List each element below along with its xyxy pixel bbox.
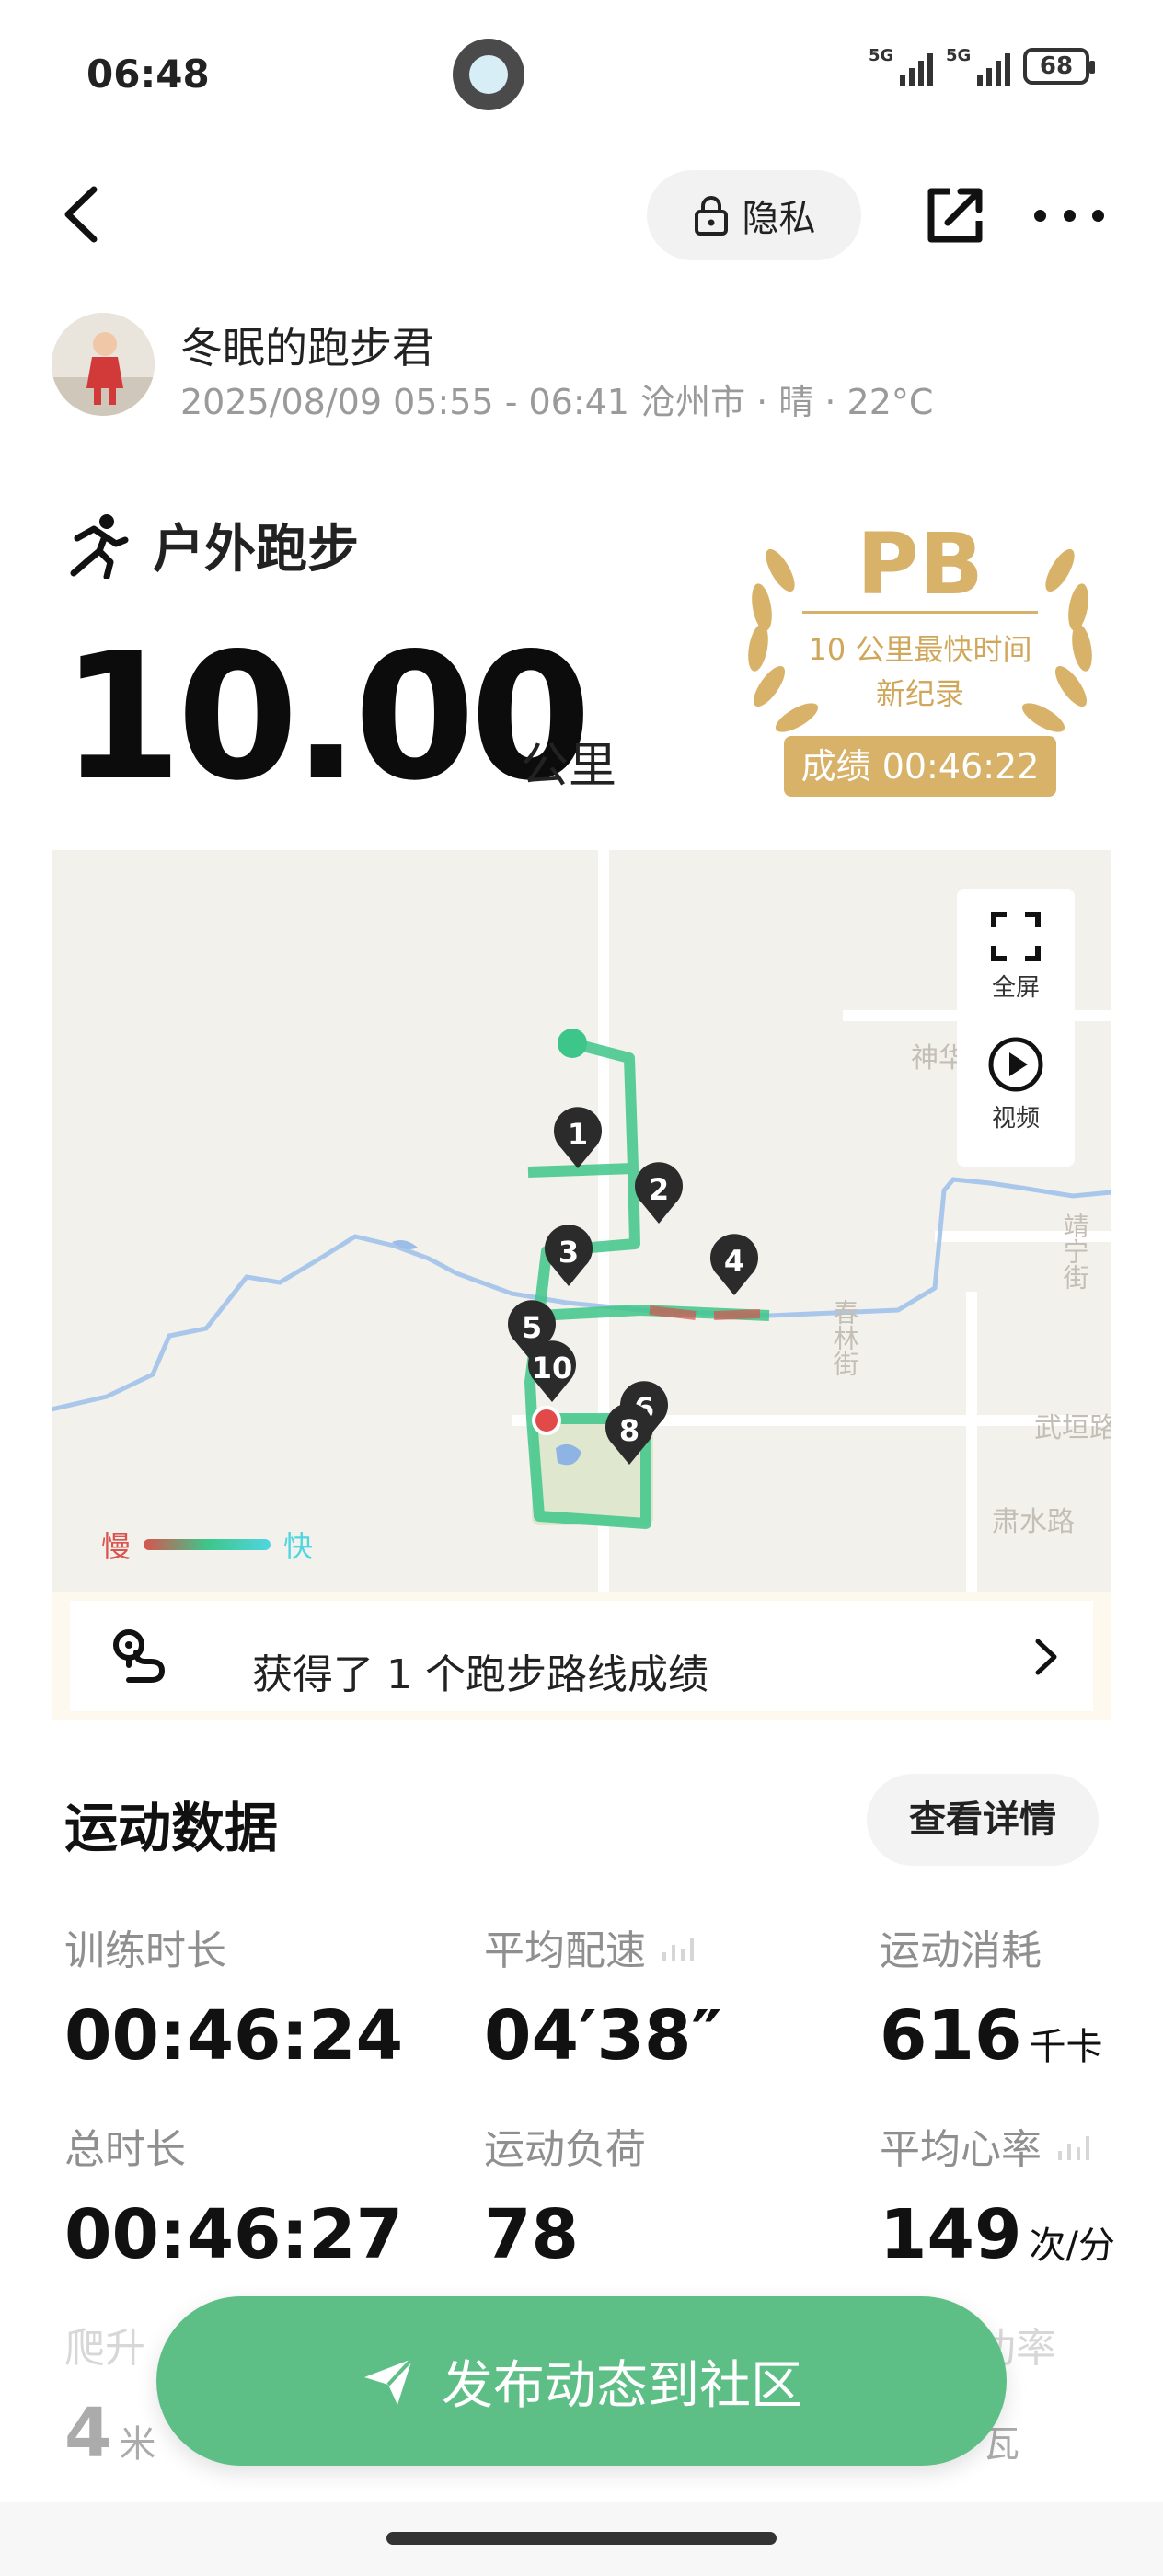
avatar[interactable]	[52, 313, 155, 416]
stat-calories: 运动消耗 616 千卡	[880, 1927, 1103, 2076]
chart-icon	[1058, 2136, 1089, 2160]
workout-meta: 2025/08/09 05:55 - 06:41 沧州市 · 晴 · 22°C	[180, 382, 934, 422]
status-time: 06:48	[86, 52, 210, 97]
route-achievement-text: 获得了 1 个跑步路线成绩	[252, 1651, 708, 1698]
screen-recorder-icon	[453, 39, 524, 110]
status-bar: 06:48 5G 5G 68	[0, 0, 1163, 147]
stat-avg-pace[interactable]: 平均配速 04′38″	[484, 1917, 722, 2076]
end-marker	[532, 1406, 561, 1435]
publish-to-community-button[interactable]: 发布动态到社区	[156, 2296, 1007, 2466]
km-marker-label: 8	[619, 1413, 639, 1448]
km-marker: 1	[554, 1107, 602, 1168]
top-nav: 隐私	[0, 166, 1163, 267]
km-marker: 2	[635, 1162, 683, 1224]
stat-avg-heart-rate[interactable]: 平均心率 149 次/分	[880, 2116, 1115, 2274]
stat-training-duration: 训练时长 00:46:24	[64, 1927, 404, 2076]
signal-icon: 5G	[869, 46, 933, 86]
signal-icon-2: 5G	[946, 46, 1010, 86]
lock-icon	[694, 196, 728, 236]
svg-text:春林街: 春林街	[830, 1299, 860, 1376]
fullscreen-button[interactable]: 全屏	[957, 911, 1075, 1003]
send-icon	[364, 2357, 414, 2405]
stat-elevation-gain: 爬升 4米	[64, 2325, 156, 2473]
map-tools: 全屏 视频	[957, 889, 1075, 1167]
back-button[interactable]	[52, 182, 116, 247]
user-name: 冬眠的跑步君	[180, 323, 434, 373]
stat-total-duration: 总时长 00:46:27	[64, 2126, 404, 2274]
chevron-right-icon	[1035, 1639, 1057, 1675]
route-pin-icon	[113, 1629, 166, 1683]
pace-legend: 慢 快	[101, 1529, 314, 1564]
distance-value: 10.00	[61, 615, 592, 819]
pb-description: 10 公里最快时间 新纪录	[808, 632, 1032, 711]
stats-title: 运动数据	[64, 1797, 279, 1859]
share-icon	[927, 188, 983, 243]
play-icon	[988, 1037, 1043, 1092]
km-marker: 3	[545, 1225, 593, 1286]
share-button[interactable]	[920, 180, 990, 250]
privacy-label: 隐私	[742, 198, 816, 240]
pb-badge[interactable]: PB 10 公里最快时间 新纪录 成绩 00:46:22	[727, 515, 1113, 800]
pb-title: PB	[857, 515, 984, 614]
running-icon	[70, 513, 129, 579]
start-marker	[558, 1029, 587, 1058]
svg-text:武垣路: 武垣路	[1034, 1412, 1111, 1444]
video-button[interactable]: 视频	[957, 1036, 1075, 1133]
svg-text:肃水路: 肃水路	[992, 1506, 1075, 1538]
home-indicator[interactable]	[386, 2532, 777, 2545]
km-marker-label: 10	[532, 1351, 573, 1386]
battery-icon: 68	[1023, 48, 1095, 85]
fullscreen-icon	[991, 912, 1041, 961]
km-marker-label: 2	[649, 1172, 669, 1207]
route-achievement-banner[interactable]: 获得了 1 个跑步路线成绩	[52, 1592, 1111, 1720]
km-marker-label: 4	[724, 1244, 744, 1279]
chevron-left-icon	[64, 186, 98, 243]
user-row: 冬眠的跑步君 2025/08/09 05:55 - 06:41 沧州市 · 晴 …	[52, 313, 1110, 423]
km-marker: 4	[710, 1234, 759, 1295]
status-indicators: 5G 5G 68	[869, 46, 1095, 86]
distance-unit: 公里	[521, 739, 617, 794]
km-marker-label: 3	[558, 1235, 579, 1270]
workout-type: 户外跑步	[64, 508, 359, 582]
pb-result: 成绩 00:46:22	[784, 736, 1056, 797]
km-marker-label: 1	[568, 1117, 588, 1152]
workout-type-label: 户外跑步	[153, 520, 359, 580]
stat-training-load: 运动负荷 78	[484, 2126, 646, 2274]
privacy-button[interactable]: 隐私	[647, 170, 861, 260]
route-map[interactable]: 神华 靖宁街 春林街 武垣路 肃水路 123451068 全屏 视频	[52, 850, 1111, 1592]
chart-icon	[662, 1938, 694, 1961]
more-button[interactable]	[1034, 180, 1104, 250]
svg-text:靖宁街: 靖宁街	[1060, 1213, 1090, 1290]
publish-label: 发布动态到社区	[442, 2355, 802, 2416]
map-canvas[interactable]: 神华 靖宁街 春林街 武垣路 肃水路 123451068	[52, 850, 1111, 1592]
view-details-button[interactable]: 查看详情	[867, 1774, 1099, 1866]
km-marker-label: 5	[522, 1310, 542, 1345]
